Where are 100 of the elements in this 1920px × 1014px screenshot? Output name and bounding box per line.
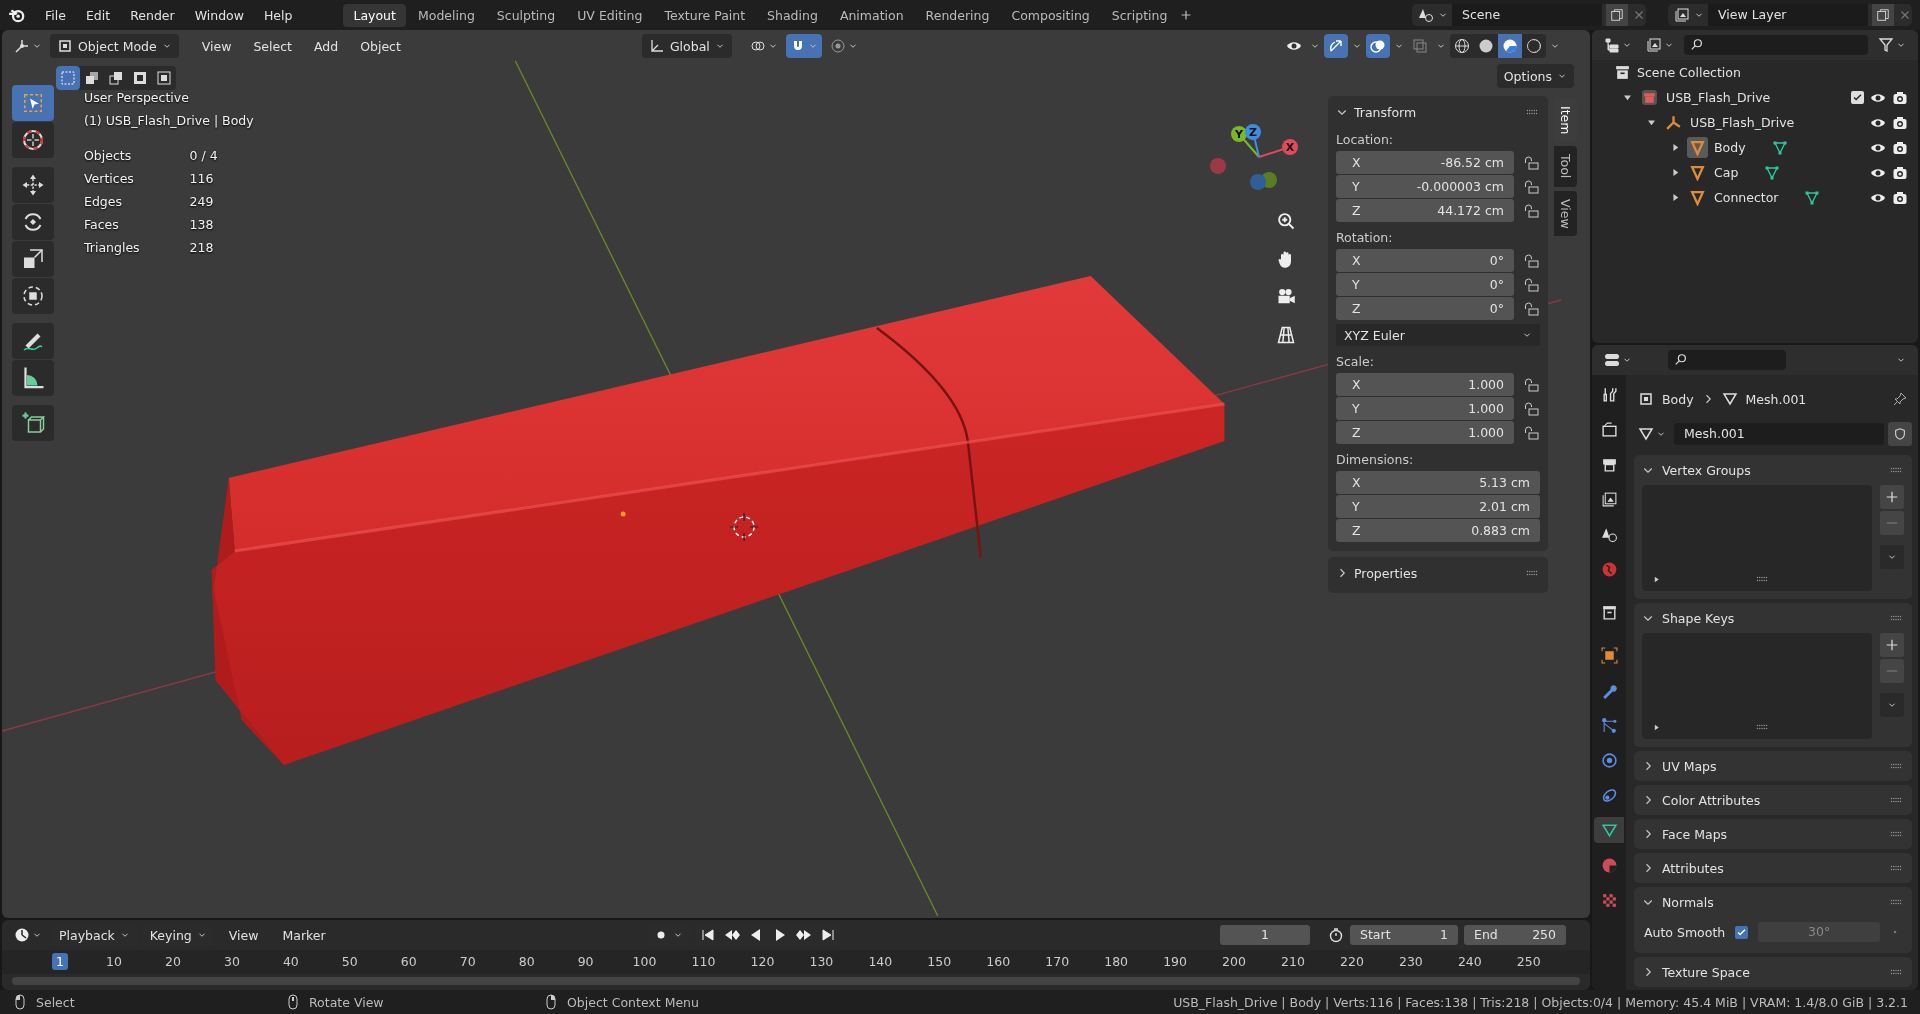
workspace-tab[interactable]: Layout bbox=[343, 3, 406, 27]
sidebar-tab[interactable]: View bbox=[1554, 190, 1577, 237]
number-field[interactable]: Y 1.000 bbox=[1336, 397, 1514, 420]
panel-title[interactable]: Face Maps bbox=[1662, 826, 1880, 842]
frame-number[interactable]: 240 bbox=[1453, 953, 1486, 970]
rotation-mode-dropdown[interactable]: XYZ Euler bbox=[1336, 324, 1540, 346]
status-info: USB_Flash_Drive | Body | Verts:116 | Faces:138 | Tris:218 | Objects:0/4 | Memory: 45.4 MiB | VRAM: 1.4/8.0 GiB | 3.2.1 bbox=[1173, 994, 1908, 1010]
stat-label: Objects bbox=[84, 147, 133, 165]
workspace-tab[interactable]: UV Editing bbox=[567, 3, 653, 27]
frame-number[interactable]: 100 bbox=[628, 953, 661, 970]
stat-value: 218 bbox=[189, 239, 215, 257]
frame-number[interactable]: 250 bbox=[1512, 953, 1545, 970]
frame-number[interactable]: 200 bbox=[1218, 953, 1250, 970]
panel-title[interactable]: Texture Space bbox=[1662, 964, 1880, 980]
stat-value: 116 bbox=[189, 170, 215, 188]
frame-number[interactable]: 20 bbox=[161, 953, 185, 970]
mode-dropdown[interactable]: Object Mode bbox=[50, 34, 179, 58]
mesh-name-field[interactable]: Mesh.001 bbox=[1674, 423, 1884, 445]
frame-number[interactable]: 40 bbox=[278, 953, 303, 970]
axis-handle[interactable]: Z bbox=[1245, 124, 1261, 158]
start-frame-field[interactable]: Start 1 bbox=[1350, 925, 1458, 945]
orientation-dropdown[interactable]: Global bbox=[641, 34, 732, 58]
status-hint: Select bbox=[36, 994, 75, 1010]
workspace-tab[interactable]: Compositing bbox=[1001, 3, 1100, 27]
number-field[interactable]: Y 2.01 cm bbox=[1336, 495, 1540, 518]
panel-title[interactable]: Attributes bbox=[1662, 860, 1880, 876]
menu-item[interactable]: File bbox=[36, 3, 75, 27]
outliner-item[interactable]: Connector bbox=[1714, 190, 1779, 205]
end-frame-field[interactable]: End 250 bbox=[1464, 925, 1566, 945]
frame-number[interactable]: 60 bbox=[396, 953, 421, 970]
menu-item[interactable]: View bbox=[219, 923, 268, 947]
view-layer-selector[interactable]: View Layer bbox=[1708, 4, 1868, 26]
frame-number[interactable]: 230 bbox=[1394, 953, 1427, 970]
number-field[interactable]: Y -0.000003 cm bbox=[1336, 175, 1514, 198]
frame-number[interactable]: 150 bbox=[923, 953, 956, 970]
outliner-item[interactable]: Body bbox=[1714, 140, 1746, 155]
workspace-tab[interactable]: Sculpting bbox=[486, 3, 566, 27]
number-field[interactable]: Z 0° bbox=[1336, 297, 1514, 320]
panel-title[interactable]: Properties bbox=[1354, 565, 1518, 581]
frame-number[interactable]: 140 bbox=[864, 953, 897, 970]
scene-selector[interactable]: Scene bbox=[1452, 4, 1602, 26]
stat-value: 138 bbox=[189, 216, 215, 234]
frame-number[interactable]: 130 bbox=[805, 953, 838, 970]
number-field[interactable]: X -86.52 cm bbox=[1336, 151, 1514, 174]
menu-item[interactable]: View bbox=[192, 34, 241, 58]
menu-item[interactable]: Object bbox=[351, 34, 410, 58]
panel-title[interactable]: Color Attributes bbox=[1662, 792, 1880, 808]
current-frame-field[interactable]: 1 bbox=[1220, 925, 1310, 945]
number-field[interactable]: X 1.000 bbox=[1336, 373, 1514, 396]
frame-number[interactable]: 170 bbox=[1041, 953, 1074, 970]
number-field[interactable]: Z 44.172 cm bbox=[1336, 199, 1514, 222]
frame-number[interactable]: 190 bbox=[1159, 953, 1191, 970]
menu-item[interactable]: Help bbox=[254, 3, 302, 27]
options-dropdown[interactable]: Options bbox=[1496, 64, 1574, 88]
menu-item[interactable]: Window bbox=[185, 3, 253, 27]
frame-number[interactable]: 10 bbox=[102, 953, 126, 970]
view-name: User Perspective bbox=[84, 89, 190, 107]
workspace-tab[interactable]: Scripting bbox=[1101, 3, 1178, 27]
panel-title[interactable]: Vertex Groups bbox=[1662, 462, 1880, 478]
frame-number[interactable]: 70 bbox=[455, 953, 480, 970]
outliner-item[interactable]: Scene Collection bbox=[1637, 65, 1741, 80]
number-field[interactable]: X 5.13 cm bbox=[1336, 471, 1540, 494]
sidebar-tab[interactable]: Tool bbox=[1554, 146, 1577, 187]
frame-number[interactable]: 80 bbox=[514, 953, 539, 970]
menu-item[interactable]: Render bbox=[121, 3, 184, 27]
frame-number[interactable]: 210 bbox=[1277, 953, 1309, 970]
number-field[interactable]: X 0° bbox=[1336, 249, 1514, 272]
stat-label: Faces bbox=[84, 216, 120, 234]
frame-number[interactable]: 110 bbox=[687, 953, 720, 970]
axis-handle[interactable]: X bbox=[1258, 139, 1298, 158]
number-field[interactable]: Y 0° bbox=[1336, 273, 1514, 296]
workspace-tab[interactable]: Texture Paint bbox=[654, 3, 756, 27]
menu-item[interactable]: Marker bbox=[273, 923, 335, 947]
panel-title[interactable]: Shape Keys bbox=[1662, 610, 1880, 626]
frame-number[interactable]: 180 bbox=[1100, 953, 1133, 970]
panel-title[interactable]: Transform bbox=[1354, 104, 1518, 120]
outliner-item[interactable]: Cap bbox=[1714, 165, 1739, 180]
frame-number[interactable]: 120 bbox=[746, 953, 779, 970]
panel-title[interactable]: UV Maps bbox=[1662, 758, 1880, 774]
number-field[interactable]: Z 0.883 cm bbox=[1336, 519, 1540, 542]
frame-number[interactable]: 160 bbox=[982, 953, 1015, 970]
outliner-item[interactable]: USB_Flash_Drive bbox=[1666, 90, 1771, 105]
status-hint: Object Context Menu bbox=[567, 994, 699, 1010]
workspace-tab[interactable]: Rendering bbox=[915, 3, 1000, 27]
menu-item[interactable]: Edit bbox=[76, 3, 120, 27]
option-label: Auto Smooth bbox=[1644, 924, 1726, 940]
workspace-tab[interactable]: Shading bbox=[757, 3, 828, 27]
frame-number[interactable]: 30 bbox=[219, 953, 244, 970]
menu-item[interactable]: Add bbox=[305, 34, 348, 58]
outliner-item[interactable]: USB_Flash_Drive bbox=[1690, 115, 1795, 130]
frame-number[interactable]: 1 bbox=[52, 953, 68, 970]
menu-item[interactable]: Select bbox=[244, 34, 301, 58]
group-label: Scale: bbox=[1336, 354, 1375, 369]
frame-number[interactable]: 220 bbox=[1336, 953, 1368, 970]
workspace-tab[interactable]: Modeling bbox=[407, 3, 485, 27]
number-field[interactable]: Z 1.000 bbox=[1336, 421, 1514, 444]
panel-title[interactable]: Normals bbox=[1662, 894, 1880, 910]
frame-number[interactable]: 90 bbox=[573, 953, 598, 970]
frame-number[interactable]: 50 bbox=[337, 953, 362, 970]
workspace-tab[interactable]: Animation bbox=[829, 3, 914, 27]
